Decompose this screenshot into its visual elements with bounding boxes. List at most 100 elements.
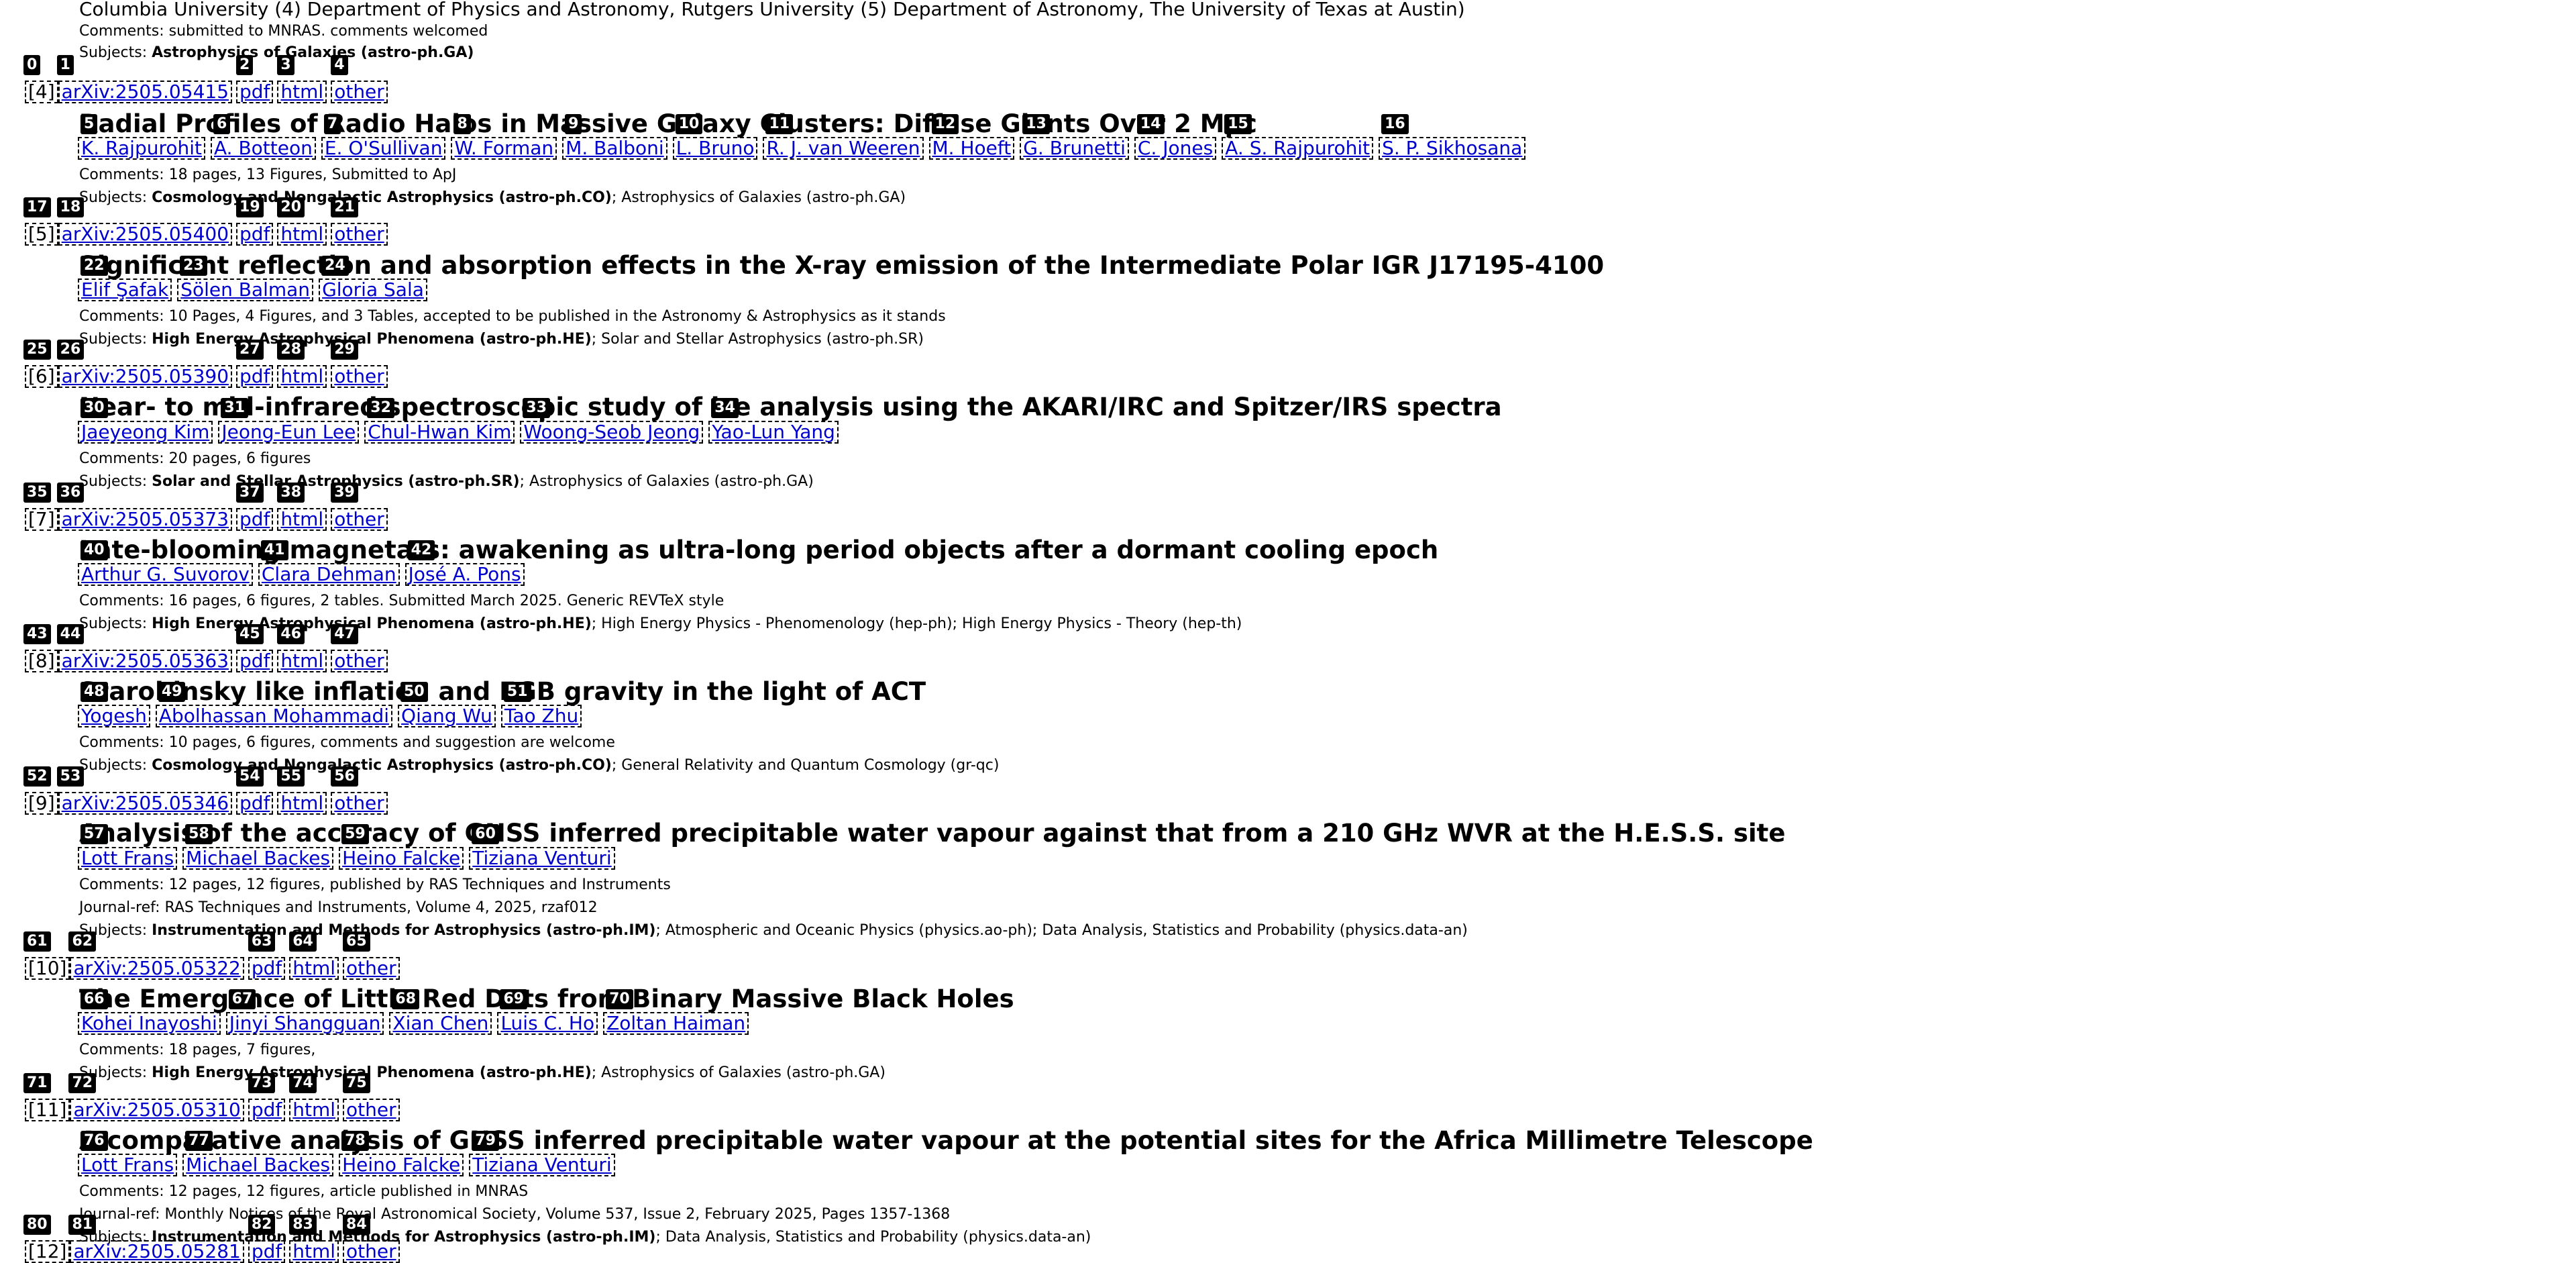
pdf-link[interactable]: pdf [236, 650, 274, 672]
pdf-link[interactable]: pdf [248, 1240, 286, 1263]
other-link[interactable]: other [331, 81, 388, 103]
author-link[interactable]: José A. Pons [405, 563, 525, 586]
arxiv-id-link[interactable]: arXiv:2505.05415 [58, 81, 233, 103]
element-index-tag: 69 [500, 989, 528, 1009]
author-link[interactable]: W. Forman [451, 137, 557, 160]
journal-ref-text: Journal-ref: Monthly Notices of the Roya… [79, 1206, 951, 1223]
other-link[interactable]: other [331, 650, 388, 672]
secondary-subjects: ; High Energy Physics - Phenomenology (h… [591, 615, 1242, 632]
pdf-link[interactable]: pdf [236, 508, 274, 531]
html-link[interactable]: html [289, 1099, 339, 1121]
arxiv-id-link[interactable]: arXiv:2505.05281 [70, 1240, 244, 1263]
author-link[interactable]: Tiziana Venturi [469, 847, 615, 870]
author-link[interactable]: A. Botteon [211, 137, 316, 160]
arxiv-id-link[interactable]: arXiv:2505.05390 [58, 365, 233, 388]
element-index-tag: 25 [23, 340, 51, 360]
arxiv-id-link[interactable]: arXiv:2505.05373 [58, 508, 233, 531]
paper-title[interactable]: Radial Profiles of Radio Halos in Massiv… [79, 111, 1257, 136]
element-index-tag: 18 [56, 197, 85, 217]
author-link[interactable]: Luis C. Ho [497, 1012, 598, 1035]
html-link[interactable]: html [277, 792, 327, 815]
author-link[interactable]: Michael Backes [182, 1154, 334, 1176]
author-link[interactable]: Jaeyeong Kim [78, 421, 213, 444]
author-link[interactable]: Tiziana Venturi [469, 1154, 615, 1176]
author-link[interactable]: Elif Şafak [78, 279, 172, 301]
author-link[interactable]: R. J. van Weeren [763, 137, 924, 160]
author-link[interactable]: A. S. Rajpurohit [1222, 137, 1374, 160]
other-link[interactable]: other [343, 1240, 400, 1263]
author-link[interactable]: Abolhassan Mohammadi [155, 705, 393, 727]
html-link[interactable]: html [289, 957, 339, 980]
author-link[interactable]: Xian Chen [389, 1012, 492, 1035]
arxiv-id-link[interactable]: arXiv:2505.05346 [58, 792, 233, 815]
arxiv-id-link[interactable]: arXiv:2505.05322 [70, 957, 244, 980]
pdf-link[interactable]: pdf [248, 957, 286, 980]
author-link[interactable]: Clara Dehman [258, 563, 400, 586]
html-link[interactable]: html [277, 508, 327, 531]
author-link[interactable]: Jinyi Shangguan [225, 1012, 384, 1035]
author-link[interactable]: S. P. Sikhosana [1379, 137, 1526, 160]
author-link[interactable]: C. Jones [1134, 137, 1217, 160]
author-link[interactable]: Lott Frans [78, 1154, 178, 1176]
author-link[interactable]: Zoltan Haiman [603, 1012, 749, 1035]
element-index-tag: 1 [56, 55, 74, 75]
pdf-link[interactable]: pdf [236, 223, 274, 246]
author-link[interactable]: Lott Frans [78, 847, 178, 870]
author-link[interactable]: Sölen Balman [177, 279, 314, 301]
other-link[interactable]: other [331, 365, 388, 388]
element-index-tag: 30 [80, 398, 108, 418]
author-link[interactable]: M. Balboni [562, 137, 667, 160]
element-index-tag: 68 [392, 989, 420, 1009]
html-link[interactable]: html [289, 1240, 339, 1263]
html-link[interactable]: html [277, 81, 327, 103]
element-index-tag: 78 [341, 1131, 369, 1151]
other-link[interactable]: other [331, 223, 388, 246]
author-link[interactable]: Kohei Inayoshi [78, 1012, 221, 1035]
element-index-tag: 5 [80, 114, 98, 134]
paper-title[interactable]: Near- to mid-infrared spectroscopic stud… [79, 395, 1502, 419]
other-link[interactable]: other [331, 508, 388, 531]
paper-title[interactable]: Significant reflection and absorption ef… [79, 253, 1604, 278]
author-link[interactable]: M. Hoeft [928, 137, 1015, 160]
element-index-tag: 2 [236, 55, 254, 75]
pdf-link[interactable]: pdf [248, 1099, 286, 1121]
paper-title[interactable]: A comparative analysis of GNSS inferred … [79, 1128, 1813, 1153]
paper-title[interactable]: The Emergence of Little Red Dots from Bi… [79, 987, 1014, 1011]
pdf-link[interactable]: pdf [236, 792, 274, 815]
html-link[interactable]: html [277, 223, 327, 246]
author-link[interactable]: Arthur G. Suvorov [78, 563, 253, 586]
arxiv-id-link[interactable]: arXiv:2505.05400 [58, 223, 233, 246]
arxiv-id-link[interactable]: arXiv:2505.05363 [58, 650, 233, 672]
author-link[interactable]: Heino Falcke [339, 847, 464, 870]
other-link[interactable]: other [331, 792, 388, 815]
comments-text: Comments: 12 pages, 12 figures, article … [79, 1183, 529, 1200]
author-link[interactable]: Gloria Sala [319, 279, 427, 301]
html-link[interactable]: html [277, 365, 327, 388]
paper-title[interactable]: Starobinsky like inflation and EGB gravi… [79, 679, 926, 704]
element-index-tag: 32 [367, 398, 394, 418]
author-link[interactable]: Qiang Wu [398, 705, 496, 727]
author-link[interactable]: L. Bruno [672, 137, 758, 160]
element-index-tag: 84 [343, 1215, 370, 1235]
author-link[interactable]: Yao-Lun Yang [708, 421, 839, 444]
author-link[interactable]: E. O'Sullivan [321, 137, 446, 160]
author-link[interactable]: K. Rajpurohit [78, 137, 205, 160]
pdf-link[interactable]: pdf [236, 365, 274, 388]
other-link[interactable]: other [343, 957, 400, 980]
author-link[interactable]: Woong-Seob Jeong [520, 421, 704, 444]
author-link[interactable]: Heino Falcke [339, 1154, 464, 1176]
author-link[interactable]: Tao Zhu [500, 705, 582, 727]
element-index-tag: 63 [248, 931, 276, 952]
html-link[interactable]: html [277, 650, 327, 672]
author-link[interactable]: G. Brunetti [1020, 137, 1129, 160]
entry-index: [11] [25, 1099, 70, 1121]
arxiv-id-link[interactable]: arXiv:2505.05310 [70, 1099, 244, 1121]
other-link[interactable]: other [343, 1099, 400, 1121]
author-link[interactable]: Chul-Hwan Kim [364, 421, 515, 444]
author-link[interactable]: Michael Backes [182, 847, 334, 870]
author-link[interactable]: Jeong-Eun Lee [218, 421, 360, 444]
pdf-link[interactable]: pdf [236, 81, 274, 103]
entry-index: [5] [25, 223, 58, 246]
author-link[interactable]: Yogesh [78, 705, 150, 727]
paper-title[interactable]: Analysis of the accuracy of GNSS inferre… [79, 821, 1785, 846]
